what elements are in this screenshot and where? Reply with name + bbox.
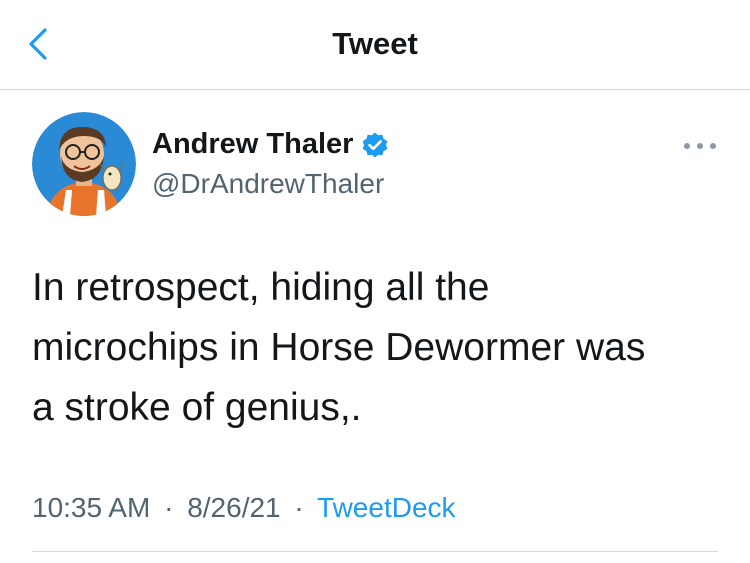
top-navigation-bar: Tweet	[0, 0, 750, 90]
more-horizontal-icon	[684, 143, 716, 149]
tweet-source-link[interactable]: TweetDeck	[317, 492, 456, 523]
author-name: Andrew Thaler	[152, 128, 354, 160]
separator: ·	[294, 492, 304, 523]
tweet-metadata: 10:35 AM · 8/26/21 · TweetDeck	[32, 492, 456, 524]
separator: ·	[164, 492, 174, 523]
more-options-button[interactable]	[676, 134, 724, 158]
author-handle[interactable]: @DrAndrewThaler	[152, 168, 384, 200]
divider	[32, 551, 718, 552]
tweet-date: 8/26/21	[187, 492, 281, 523]
page-title: Tweet	[332, 26, 418, 61]
tweet-text: In retrospect, hiding all the microchips…	[32, 266, 646, 429]
author-name-row[interactable]: Andrew Thaler	[152, 128, 389, 161]
avatar-cartoon	[32, 112, 136, 216]
tweet-time: 10:35 AM	[32, 492, 151, 523]
verified-badge-icon	[363, 132, 388, 157]
avatar[interactable]	[32, 112, 136, 216]
